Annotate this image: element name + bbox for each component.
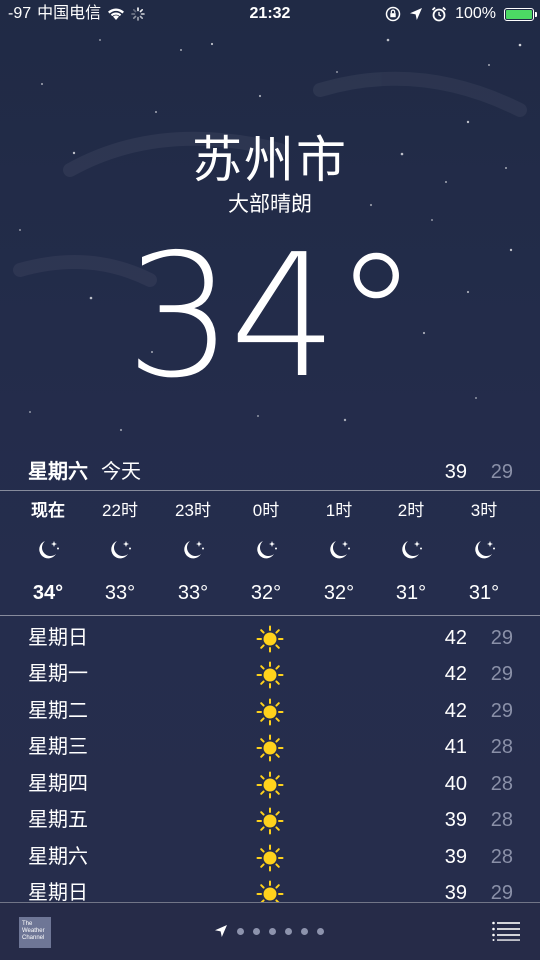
- today-weekday: 星期六: [28, 461, 88, 483]
- daily-row: 星期五 39 28: [0, 802, 540, 838]
- hour-item: 0时 32°: [230, 494, 302, 608]
- day-high: 42: [444, 700, 467, 722]
- battery-percentage: 100%: [455, 5, 496, 22]
- day-low: 29: [490, 663, 513, 685]
- hour-item: 2时 31°: [375, 494, 447, 608]
- daily-row: 星期一 42 29: [0, 656, 540, 692]
- hour-item: 22时 33°: [84, 494, 156, 608]
- hour-time: 3时: [470, 501, 498, 520]
- day-low: 28: [490, 846, 513, 868]
- current-temperature: 34°: [125, 218, 418, 416]
- page-dot: [301, 927, 308, 935]
- moon-stars-icon: [257, 541, 277, 559]
- moon-stars-icon: [184, 541, 204, 559]
- sun-icon: [256, 807, 284, 835]
- sun-icon: [256, 625, 284, 653]
- sun-icon: [256, 734, 284, 762]
- moon-stars-icon: [402, 541, 422, 559]
- hour-temperature: 31°: [395, 582, 427, 604]
- hour-time: 23时: [175, 501, 211, 520]
- city-name: 苏州市: [192, 132, 348, 188]
- hour-item: 23时 33°: [157, 494, 229, 608]
- sun-icon: [256, 698, 284, 726]
- page-dot: [285, 927, 292, 935]
- daily-row: 星期四 40 28: [0, 766, 540, 802]
- city-list-icon[interactable]: [492, 921, 520, 941]
- day-low: 29: [490, 882, 513, 902]
- day-low: 29: [490, 627, 513, 649]
- page-dot: [253, 927, 260, 935]
- daily-forecast[interactable]: 星期日 42 29 星期一 42 29 星期二 42 29 星期三 41 28 …: [0, 620, 540, 902]
- moon-stars-icon: [330, 541, 350, 559]
- day-name: 星期三: [28, 736, 88, 758]
- day-high: 39: [444, 846, 467, 868]
- hour-item: 1时 32°: [303, 494, 375, 608]
- weather-condition: 大部晴朗: [228, 193, 312, 216]
- moon-stars-icon: [39, 541, 59, 559]
- sun-icon: [256, 844, 284, 872]
- moon-stars-icon: [111, 541, 131, 559]
- weather-channel-logo[interactable]: The Weather Channel: [19, 917, 51, 948]
- day-low: 28: [490, 773, 513, 795]
- hour-temperature: 32°: [250, 582, 282, 604]
- location-page-icon: [215, 925, 227, 937]
- today-label: 今天: [101, 461, 141, 483]
- page-dot: [237, 927, 244, 935]
- daily-row: 星期六 39 28: [0, 839, 540, 875]
- hour-time: 0时: [252, 501, 280, 520]
- sun-icon: [256, 880, 284, 902]
- hour-item: 3时 31°: [448, 494, 520, 608]
- hour-time: 1时: [325, 501, 353, 520]
- daily-row: 星期日 39 29: [0, 875, 540, 902]
- hourly-forecast[interactable]: 现在 34° 22时 33° 23时 33° 0时 32° 1时 32° 2时 …: [12, 494, 522, 614]
- hour-time: 2时: [397, 501, 425, 520]
- day-name: 星期四: [28, 773, 88, 795]
- day-low: 29: [490, 700, 513, 722]
- day-name: 星期五: [28, 809, 88, 831]
- daily-row: 星期三 41 28: [0, 729, 540, 765]
- status-right: 100%: [385, 0, 537, 28]
- today-high: 39: [444, 461, 467, 483]
- bottom-toolbar: The Weather Channel: [0, 902, 540, 960]
- page-dot: [269, 927, 276, 935]
- day-name: 星期一: [28, 663, 88, 685]
- day-low: 28: [490, 809, 513, 831]
- status-bar: -97 中国电信 21:32 100%: [0, 0, 540, 28]
- location-arrow-icon: [410, 8, 423, 20]
- daily-row: 星期日 42 29: [0, 620, 540, 656]
- today-summary: 星期六 今天 39 29: [0, 454, 540, 490]
- daily-row: 星期二 42 29: [0, 693, 540, 729]
- divider-top: [0, 490, 540, 491]
- hour-time: 现在: [31, 501, 65, 520]
- alarm-clock-icon: [431, 6, 447, 22]
- rotation-lock-icon: [385, 6, 401, 22]
- sun-icon: [256, 661, 284, 689]
- day-high: 39: [444, 809, 467, 831]
- day-high: 42: [444, 663, 467, 685]
- moon-stars-icon: [475, 541, 495, 559]
- page-dot: [317, 927, 324, 935]
- day-name: 星期日: [28, 627, 88, 649]
- day-name: 星期日: [28, 882, 88, 902]
- day-name: 星期二: [28, 700, 88, 722]
- hour-temperature: 32°: [323, 582, 355, 604]
- hour-item: 现在 34°: [12, 494, 84, 608]
- sun-icon: [256, 771, 284, 799]
- hour-temperature: 33°: [177, 582, 209, 604]
- day-low: 28: [490, 736, 513, 758]
- day-high: 42: [444, 627, 467, 649]
- hour-temperature: 34°: [32, 582, 64, 604]
- battery-icon: [504, 7, 537, 21]
- divider-bottom: [0, 615, 540, 616]
- page-indicator[interactable]: [214, 924, 324, 938]
- hour-temperature: 31°: [468, 582, 500, 604]
- hour-temperature: 33°: [104, 582, 136, 604]
- day-name: 星期六: [28, 846, 88, 868]
- hour-time: 22时: [102, 501, 138, 520]
- today-low: 29: [490, 461, 513, 483]
- day-high: 41: [444, 736, 467, 758]
- day-high: 39: [444, 882, 467, 902]
- day-high: 40: [444, 773, 467, 795]
